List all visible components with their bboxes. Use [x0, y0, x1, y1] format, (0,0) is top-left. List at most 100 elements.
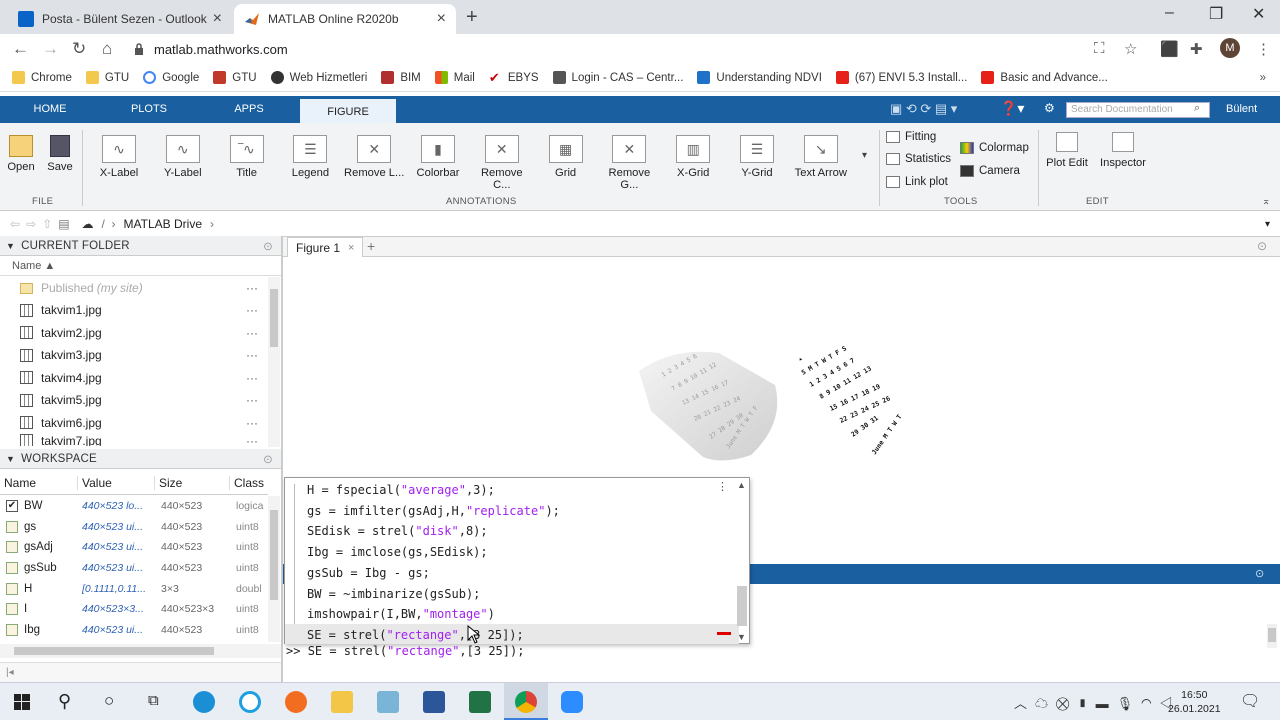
history-scrollbar-thumb[interactable]: [737, 586, 747, 626]
more-options-icon[interactable]: ···: [246, 281, 258, 295]
annotation-button-colorbar[interactable]: ▮ Colorbar: [407, 129, 469, 179]
forward-icon[interactable]: ⇨: [26, 217, 36, 231]
workspace-scrollbar[interactable]: [268, 496, 280, 642]
history-menu-icon[interactable]: ⋮: [717, 480, 728, 493]
extensions-icon[interactable]: ✚: [1190, 40, 1203, 58]
annotation-button-grid[interactable]: ▦ Grid: [535, 129, 597, 179]
published-folder[interactable]: Published (my site) ···: [0, 277, 268, 299]
command-history-popup[interactable]: ⋮ ▲ H = fspecial("average" ,3); gs = imfil…: [284, 477, 750, 644]
windows-start-icon[interactable]: [14, 694, 30, 710]
history-line[interactable]: imshowpair(I,BW, "montage"): [307, 604, 495, 624]
tab-apps[interactable]: APPS: [218, 96, 280, 123]
workspace-row[interactable]: I 440×523×3... 440×523×3 uint8: [0, 599, 268, 620]
file-explorer-icon[interactable]: [331, 691, 353, 713]
annotation-button-remove-c[interactable]: ✕ Remove C...: [471, 129, 533, 191]
add-figure-tab-button[interactable]: +: [367, 238, 375, 254]
collapse-icon[interactable]: ▼: [6, 241, 15, 251]
task-view-icon[interactable]: ⧉: [148, 692, 159, 709]
scrollbar-thumb[interactable]: [270, 510, 278, 600]
fitting-button[interactable]: Fitting: [886, 131, 936, 143]
notifications-icon[interactable]: 🗨: [1240, 691, 1260, 711]
more-bookmarks-icon[interactable]: »: [1260, 72, 1266, 84]
browse-folder-icon[interactable]: ▤: [58, 217, 69, 231]
cortana-icon[interactable]: ○: [104, 691, 114, 711]
more-options-icon[interactable]: ···: [246, 393, 258, 407]
path-segment-matlab-drive[interactable]: MATLAB Drive: [124, 217, 202, 231]
history-line[interactable]: Ibg = imclose(gs,SEdisk);: [307, 542, 488, 562]
scrollbar-thumb[interactable]: [1268, 628, 1276, 642]
annotation-button-text-arrow[interactable]: ↘ Text Arrow: [790, 129, 852, 179]
edge-icon[interactable]: [193, 691, 215, 713]
history-line[interactable]: H = fspecial("average" ,3);: [307, 480, 495, 500]
annotation-button-title[interactable]: ‾∿ Title: [216, 129, 278, 179]
collapse-icon[interactable]: ▼: [6, 454, 15, 464]
panel-menu-icon[interactable]: ⊙: [263, 452, 273, 466]
workspace-row[interactable]: gsSub 440×523 ui... 440×523 uint8: [0, 558, 268, 579]
panel-menu-icon[interactable]: ⊙: [263, 239, 273, 253]
file-item[interactable]: takvim6.jpg ···: [0, 412, 268, 434]
zoom-icon[interactable]: [561, 691, 583, 713]
panel-menu-icon[interactable]: ⊙: [1257, 239, 1267, 253]
avatar[interactable]: M: [1220, 38, 1240, 58]
bookmark-bim[interactable]: BIM: [381, 71, 421, 84]
save-button[interactable]: Save: [40, 129, 80, 173]
scroll-down-icon[interactable]: ▼: [737, 632, 746, 642]
name-column-header[interactable]: Name ▲: [0, 257, 281, 276]
figure-tab[interactable]: Figure 1 ×: [287, 237, 364, 257]
bookmark-google[interactable]: Google: [143, 71, 199, 84]
back-icon[interactable]: ←: [12, 39, 29, 59]
bookmark-ebys[interactable]: ✔ EBYS: [488, 71, 539, 84]
command-scrollbar[interactable]: [1267, 624, 1277, 648]
taskbar-clock[interactable]: 16:50 26.01.2021: [1168, 688, 1221, 716]
app-icon[interactable]: [377, 691, 399, 713]
workspace-h-scrollbar[interactable]: [0, 644, 281, 658]
collapse-toolstrip-icon[interactable]: ⌅: [1262, 196, 1270, 207]
help-icon[interactable]: ❓▾: [1000, 100, 1024, 117]
inspector-button[interactable]: Inspector: [1096, 128, 1150, 169]
scrollbar-thumb[interactable]: [270, 289, 278, 347]
more-options-icon[interactable]: ···: [246, 416, 258, 430]
scrollbar-thumb[interactable]: [14, 647, 214, 655]
annotation-button-y-label[interactable]: ∿ Y-Label: [152, 129, 214, 179]
command-input-line[interactable]: >> SE = strel("rectange",[3 25]);: [286, 644, 524, 658]
user-menu[interactable]: Bülent: [1226, 103, 1257, 115]
bookmark-chrome[interactable]: Chrome: [12, 71, 72, 84]
history-line[interactable]: gsSub = Ibg - gs;: [307, 563, 430, 583]
forward-icon[interactable]: →: [42, 39, 59, 59]
reload-icon[interactable]: ↻: [72, 39, 86, 59]
history-line[interactable]: SEdisk = strel("disk" ,8);: [307, 521, 488, 541]
up-folder-icon[interactable]: ⇧: [42, 217, 52, 231]
more-options-icon[interactable]: ···: [246, 434, 258, 446]
bookmark-web-hizmetleri[interactable]: Web Hizmetleri: [270, 71, 367, 84]
settings-icon[interactable]: ⚙: [1044, 101, 1055, 115]
annotation-button-remove-l[interactable]: ✕ Remove L...: [343, 129, 405, 179]
bookmark-login-cas[interactable]: Login - CAS – Centr...: [552, 71, 683, 84]
gallery-expand-icon[interactable]: ▾: [862, 150, 867, 161]
bookmark-mail[interactable]: Mail: [434, 71, 475, 84]
column-name[interactable]: Name: [0, 475, 78, 490]
file-item[interactable]: takvim5.jpg ···: [0, 389, 268, 411]
maximize-button[interactable]: ❐: [1209, 4, 1223, 24]
word-icon[interactable]: [423, 691, 445, 713]
firefox-icon[interactable]: [285, 691, 307, 713]
new-tab-button[interactable]: +: [466, 6, 478, 29]
home-icon[interactable]: ⌂: [102, 39, 112, 59]
more-options-icon[interactable]: ···: [246, 371, 258, 385]
more-options-icon[interactable]: ···: [246, 303, 258, 317]
search-documentation-input[interactable]: Search Documentation: [1066, 102, 1210, 118]
file-item[interactable]: takvim1.jpg ···: [0, 299, 268, 321]
close-icon[interactable]: ×: [348, 242, 354, 254]
star-icon[interactable]: ☆: [1124, 40, 1137, 58]
search-icon[interactable]: ⌕: [1194, 102, 1200, 115]
bookmark-basic-advance[interactable]: Basic and Advance...: [981, 71, 1108, 84]
history-line[interactable]: BW = ~imbinarize(gsSub);: [307, 584, 480, 604]
history-line[interactable]: SE = strel("rectange" ,[3 25]);: [307, 625, 524, 645]
more-options-icon[interactable]: ···: [246, 348, 258, 362]
link-plot-button[interactable]: Link plot: [886, 176, 948, 188]
workspace-row[interactable]: ✔ BW 440×523 lo... 440×523 logica: [0, 496, 268, 517]
folder-scrollbar[interactable]: [268, 277, 280, 447]
back-icon[interactable]: ⇦: [10, 217, 20, 231]
camera-button[interactable]: Camera: [960, 165, 1020, 177]
file-item[interactable]: takvim4.jpg ···: [0, 367, 268, 389]
tab-figure[interactable]: FIGURE: [300, 96, 396, 123]
